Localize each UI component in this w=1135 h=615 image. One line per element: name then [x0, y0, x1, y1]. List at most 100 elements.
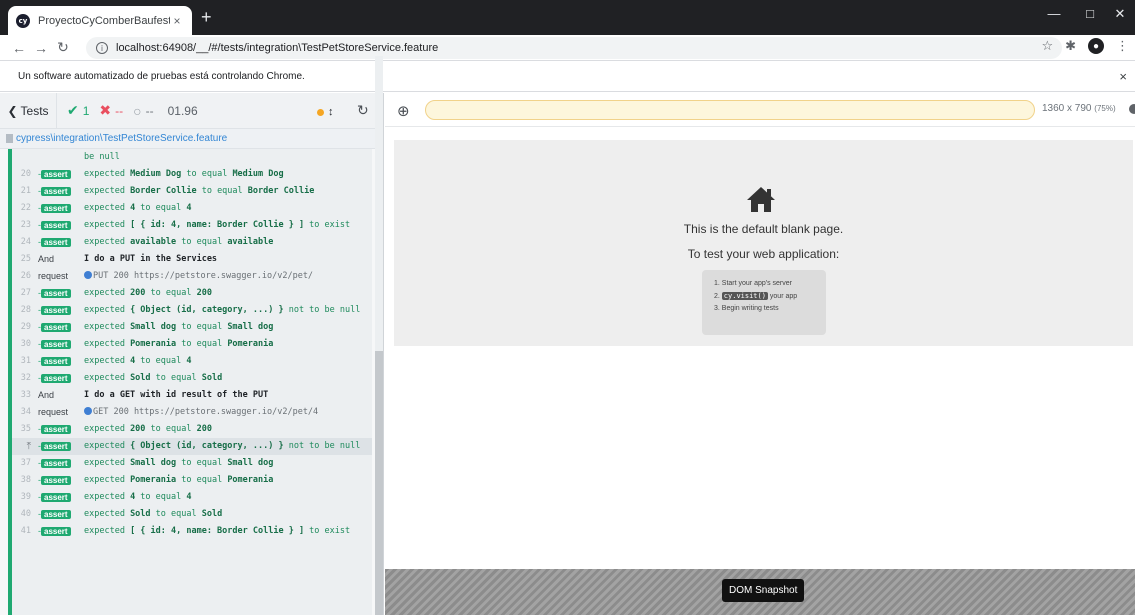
spec-path[interactable]: cypress\integration\TestPetStoreService.… [0, 129, 383, 149]
command-message: I do a PUT in the Services [84, 254, 218, 264]
crosshair-icon[interactable]: ⊕ [397, 102, 410, 120]
cypress-favicon-icon: cy [16, 13, 30, 28]
command-number: 33 [20, 390, 31, 400]
assert-value: 200 [130, 424, 146, 434]
command-message: expected 4 to equal 4 [84, 356, 192, 366]
automation-infobar: Un software automatizado de pruebas está… [0, 62, 1135, 92]
request-status-dot-icon [84, 271, 92, 279]
minimize-icon[interactable]: — [1044, 6, 1064, 21]
command-log-row[interactable]: 38 - assert expected Pomerania to equal Pom… [12, 472, 372, 489]
blank-page-subtitle: To test your web application: [687, 247, 840, 261]
command-log-row[interactable]: 21 - assert expected Border Collie to equal… [12, 183, 372, 200]
command-log-row[interactable]: 37 - assert expected Small dog to equal Sma… [12, 455, 372, 472]
assert-badge: assert [41, 459, 71, 468]
command-log-row[interactable]: 24 - assert expected available to equal ava… [12, 234, 372, 251]
assert-badge: assert [41, 289, 71, 298]
command-log-row[interactable]: ⤒ - assert expected { Object (id, category,… [12, 438, 372, 455]
instructions-box: 1. Start your app's server 2. cy.visit()… [702, 270, 826, 335]
command-number: 41 [20, 526, 31, 536]
assert-badge: assert [41, 442, 71, 451]
passed-count: ✔ 1 [67, 102, 90, 118]
assert-value: 4 [130, 492, 136, 502]
command-log-row[interactable]: 26 request PUT 200 https://petstore.swagge… [12, 268, 372, 285]
browser-toolbar: ← → ↻ i localhost:64908/__/#/tests/integ… [0, 35, 1135, 61]
new-tab-button[interactable]: + [201, 8, 212, 26]
command-log-row[interactable]: 25 And I do a PUT in the Services [12, 251, 372, 268]
viewport-info-icon[interactable] [1129, 104, 1135, 114]
command-log-row[interactable]: 27 - assert expected 200 to equal 200 [12, 285, 372, 302]
instruction-step-3: 3. Begin writing tests [714, 305, 779, 312]
command-log-row[interactable]: 29 - assert expected Small dog to equal Sma… [12, 319, 372, 336]
site-info-icon[interactable]: i [96, 42, 108, 54]
command-message: expected [ { id: 4, name: Border Collie … [84, 526, 351, 536]
command-number: 32 [20, 373, 31, 383]
command-log-row[interactable]: 41 - assert expected [ { id: 4, name: Borde… [12, 523, 372, 540]
maximize-icon[interactable]: □ [1080, 6, 1100, 21]
command-number: 38 [20, 475, 31, 485]
reload-icon[interactable]: ↻ [52, 39, 74, 56]
command-number: 25 [20, 254, 31, 264]
instruction-step-1: 1. Start your app's server [714, 280, 792, 287]
command-log-row[interactable]: 40 - assert expected Sold to equal Sold [12, 506, 372, 523]
command-log-row[interactable]: 39 - assert expected 4 to equal 4 [12, 489, 372, 506]
address-bar[interactable]: i localhost:64908/__/#/tests/integration… [86, 37, 1062, 59]
command-log-row[interactable]: be null [12, 149, 372, 166]
file-icon [6, 134, 13, 143]
command-message: expected Border Collie to equal Border C… [84, 186, 315, 196]
cy-visit-code: cy.visit() [721, 292, 768, 300]
browser-tab[interactable]: cy ProyectoCyComberBaufest × [8, 6, 192, 35]
assert-value: 4 [130, 203, 136, 213]
assert-value: Medium Dog [130, 169, 182, 179]
infobar-close-icon[interactable]: × [1119, 69, 1127, 84]
command-log: be null 20- assert expected Medium Dog to e… [8, 149, 372, 615]
command-message: I do a GET with id result of the PUT [84, 390, 269, 400]
spec-path-link[interactable]: cypress\integration\TestPetStoreService.… [16, 133, 227, 144]
extensions-puzzle-icon[interactable]: ✱ [1065, 38, 1076, 54]
chrome-menu-icon[interactable]: ⋮ [1116, 38, 1129, 54]
command-number: 35 [20, 424, 31, 434]
window-close-icon[interactable]: ✕ [1110, 6, 1130, 22]
duration: 01.96 [167, 103, 198, 118]
command-message: expected Pomerania to equal Pomerania [84, 339, 274, 349]
command-number: 26 [20, 271, 31, 281]
command-log-row[interactable]: 30 - assert expected Pomerania to equal Pom… [12, 336, 372, 353]
command-log-row[interactable]: 28 - assert expected { Object (id, category… [12, 302, 372, 319]
reporter-scrollbar-thumb[interactable] [375, 351, 383, 615]
command-log-row[interactable]: 22 - assert expected 4 to equal 4 [12, 200, 372, 217]
command-log-row[interactable]: 32 - assert expected Sold to equal Sold [12, 370, 372, 387]
command-log-row[interactable]: 33 And I do a GET with id result of the PU… [12, 387, 372, 404]
command-message: expected 4 to equal 4 [84, 203, 192, 213]
assert-value: [ { id: 4, name: Border Collie } ] [130, 526, 305, 536]
command-log-row[interactable]: 20 - assert expected Medium Dog to equal Me… [12, 166, 372, 183]
command-log-row[interactable]: 35 - assert expected 200 to equal 200 [12, 421, 372, 438]
assert-value: { Object (id, category, ...) } [130, 305, 284, 315]
command-message: expected Pomerania to equal Pomerania [84, 475, 274, 485]
rerun-icon[interactable]: ↻ [357, 102, 369, 119]
command-message: expected available to equal available [84, 237, 274, 247]
command-name [38, 152, 84, 163]
autoscroll-toggle[interactable]: ↕ [317, 106, 334, 118]
command-message: expected { Object (id, category, ...) } … [84, 305, 361, 315]
viewport-info[interactable]: 1360 x 790 (75%) [1042, 103, 1116, 114]
assert-badge: assert [41, 340, 71, 349]
tests-back-button[interactable]: ❮ Tests [0, 92, 57, 129]
assert-value: Small dog [130, 458, 177, 468]
tab-close-icon[interactable]: × [170, 14, 184, 28]
bookmark-star-icon[interactable]: ☆ [1041, 38, 1053, 54]
back-arrow-icon[interactable]: ← [8, 40, 30, 56]
command-number: 28 [20, 305, 31, 315]
command-log-row[interactable]: 34 request GET 200 https://petstore.swagge… [12, 404, 372, 421]
blank-page-title: This is the default blank page. [683, 222, 844, 236]
command-log-row[interactable]: 31 - assert expected 4 to equal 4 [12, 353, 372, 370]
assert-badge: assert [41, 187, 71, 196]
assert-value: 4 [186, 356, 192, 366]
command-name: - assert [38, 373, 84, 384]
forward-arrow-icon[interactable]: → [30, 40, 52, 56]
command-name: - assert [38, 492, 84, 503]
cypress-reporter: ❮ Tests ✔ 1 ✖ -- ○ -- 01.96 ↕ ↻ cypress\… [0, 92, 384, 615]
assert-value: Sold [130, 509, 151, 519]
command-name: - assert [38, 288, 84, 299]
command-log-row[interactable]: 23 - assert expected [ { id: 4, name: Borde… [12, 217, 372, 234]
command-name: - assert [38, 458, 84, 469]
profile-avatar-icon[interactable]: ● [1088, 38, 1104, 54]
